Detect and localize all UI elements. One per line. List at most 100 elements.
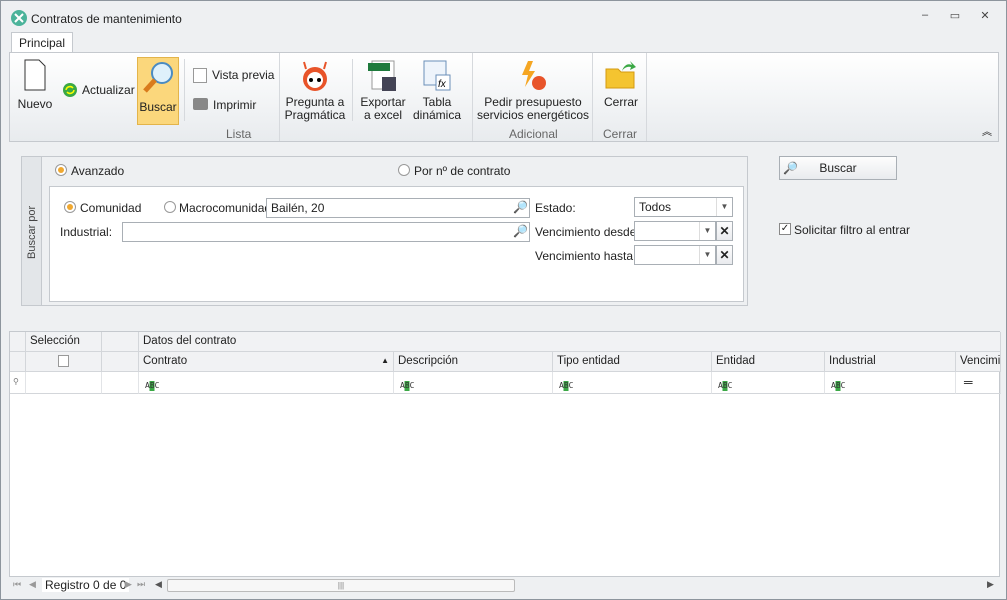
record-counter: Registro 0 de 0: [42, 578, 130, 592]
comunidad-label: Comunidad: [80, 201, 142, 215]
separator: [279, 53, 280, 141]
text-filter-icon: ABC: [831, 381, 846, 391]
separator: [352, 59, 353, 121]
imprimir-button[interactable]: Imprimir: [193, 98, 256, 112]
avanzado-label: Avanzado: [71, 164, 125, 178]
chevron-down-icon[interactable]: ▼: [699, 222, 715, 240]
first-record-icon[interactable]: ⏮: [13, 579, 21, 590]
robot-icon: [303, 61, 327, 91]
solicitar-filtro-label: Solicitar filtro al entrar: [794, 223, 911, 237]
group-label-adicional: Adicional: [509, 127, 558, 141]
venc-hasta-label: Vencimiento hasta:: [535, 249, 637, 263]
excel-export-icon: [368, 60, 396, 91]
folder-close-icon: [605, 61, 636, 89]
por-contrato-label: Por nº de contrato: [414, 164, 511, 178]
filter-cell-contrato[interactable]: ABC: [139, 372, 394, 394]
filter-cell[interactable]: [102, 372, 139, 394]
filter-cell-entidad[interactable]: ABC: [712, 372, 825, 394]
tab-principal[interactable]: Principal: [11, 32, 73, 53]
estado-label: Estado:: [535, 201, 576, 215]
restore-button[interactable]: ▭: [945, 9, 965, 25]
pedir-presupuesto-button[interactable]: Pedir presupuesto servicios energéticos: [476, 59, 590, 122]
refresh-icon: [63, 83, 77, 97]
vista-previa-button[interactable]: Vista previa: [193, 68, 274, 83]
filter-cell-tipo-entidad[interactable]: ABC: [553, 372, 712, 394]
minimize-button[interactable]: ‒: [915, 9, 935, 25]
radio-comunidad[interactable]: [64, 201, 76, 213]
select-all-checkbox[interactable]: [58, 355, 69, 367]
tools-icon: [11, 10, 27, 26]
pregunta-label-2: Pragmática: [284, 108, 346, 122]
text-filter-icon: ABC: [718, 381, 733, 391]
comunidad-input[interactable]: Bailén, 20: [266, 198, 530, 218]
separator: [592, 53, 593, 141]
buscar-ribbon-button[interactable]: Buscar: [137, 57, 179, 125]
filter-cell-industrial[interactable]: ABC: [825, 372, 956, 394]
industrial-input[interactable]: [122, 222, 530, 242]
column-header-vencimiento[interactable]: Vencimie: [956, 352, 1001, 372]
chevron-down-icon[interactable]: ▼: [716, 198, 732, 216]
corner-cell: [10, 332, 26, 352]
printer-icon: [193, 98, 208, 110]
column-header-contrato[interactable]: Contrato ▲: [139, 352, 394, 372]
pivot-table-icon: fx: [423, 60, 451, 91]
prev-record-icon[interactable]: ◀: [29, 579, 36, 590]
venc-hasta-input[interactable]: ▼: [634, 245, 716, 265]
filter-cell-vencimiento[interactable]: ═: [956, 372, 1001, 394]
band-seleccion[interactable]: Selección: [26, 332, 102, 352]
cerrar-button[interactable]: Cerrar: [596, 59, 646, 109]
magnifier-icon: [143, 62, 173, 93]
close-button[interactable]: ✕: [975, 9, 995, 25]
sort-ascending-icon: ▲: [381, 356, 389, 365]
collapse-ribbon-icon[interactable]: ︽: [982, 123, 992, 138]
nuevo-label: Nuevo: [17, 97, 53, 111]
last-record-icon[interactable]: ⏭: [137, 579, 145, 590]
buscar-button[interactable]: 🔎 Buscar: [779, 156, 897, 180]
imprimir-label: Imprimir: [213, 98, 257, 112]
clear-icon[interactable]: ✕: [716, 245, 733, 265]
scroll-right-icon[interactable]: ▶: [987, 579, 994, 590]
column-header-tipo-entidad[interactable]: Tipo entidad: [553, 352, 712, 372]
svg-text:fx: fx: [438, 79, 447, 90]
clear-icon[interactable]: ✕: [716, 221, 733, 241]
nuevo-button[interactable]: Nuevo: [16, 59, 54, 111]
pregunta-button[interactable]: Pregunta a Pragmática: [284, 59, 346, 122]
separator: [472, 53, 473, 141]
buscar-button-label: Buscar: [819, 161, 857, 175]
chevron-down-icon[interactable]: ▼: [699, 246, 715, 264]
actualizar-button[interactable]: Actualizar: [62, 82, 135, 98]
solicitar-filtro-checkbox[interactable]: ✓: [779, 223, 791, 235]
filter-cell[interactable]: [26, 372, 102, 394]
tabla-label-2: dinámica: [412, 108, 462, 122]
select-all-header: [26, 352, 102, 372]
venc-desde-input[interactable]: ▼: [634, 221, 716, 241]
column-header-descripcion[interactable]: Descripción: [394, 352, 553, 372]
separator: [646, 53, 647, 141]
radio-por-contrato[interactable]: [398, 164, 410, 176]
grid-footer: ⏮ ◀ Registro 0 de 0 ▶ ⏭ ◀ ||| ▶: [9, 576, 1000, 593]
band-empty: [102, 332, 139, 352]
text-filter-icon: ABC: [559, 381, 574, 391]
column-label: Contrato: [143, 355, 188, 367]
text-filter-icon: ABC: [145, 381, 160, 391]
filter-cell-descripcion[interactable]: ABC: [394, 372, 553, 394]
estado-select[interactable]: Todos ▼: [634, 197, 733, 217]
band-datos-contrato[interactable]: Datos del contrato: [139, 332, 1001, 352]
scroll-left-icon[interactable]: ◀: [155, 579, 162, 590]
search-icon[interactable]: 🔎: [513, 224, 528, 238]
column-header-entidad[interactable]: Entidad: [712, 352, 825, 372]
horizontal-scrollbar-thumb[interactable]: |||: [167, 579, 515, 592]
column-header-industrial[interactable]: Industrial: [825, 352, 956, 372]
vista-previa-label: Vista previa: [212, 68, 275, 82]
magnifier-icon: 🔎: [783, 161, 798, 175]
tabla-dinamica-button[interactable]: fx Tabla dinámica: [412, 59, 462, 122]
radio-macrocomunidad[interactable]: [164, 201, 176, 213]
buscar-por-label: Buscar por: [26, 205, 38, 259]
radio-avanzado[interactable]: [55, 164, 67, 176]
macrocomunidad-label: Macrocomunidad: [179, 201, 272, 215]
filter-row-icon: ⚲: [10, 372, 26, 394]
exportar-excel-button[interactable]: Exportar a excel: [358, 59, 408, 122]
indicator-header: [10, 352, 26, 372]
next-record-icon[interactable]: ▶: [125, 579, 132, 590]
search-icon[interactable]: 🔎: [513, 200, 528, 214]
